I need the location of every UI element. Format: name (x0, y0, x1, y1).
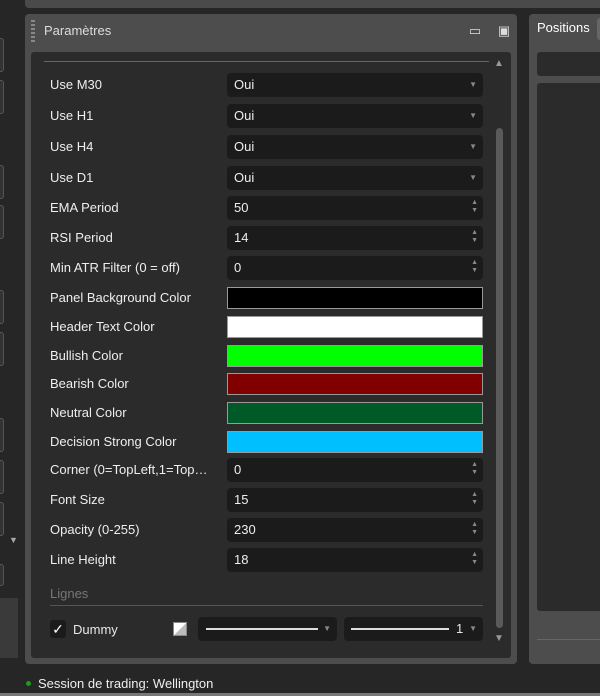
chevron-down-icon[interactable]: ▼ (469, 135, 477, 159)
spinner-icon[interactable]: ▲ ▼ (471, 551, 478, 567)
param-label: RSI Period (50, 230, 113, 245)
param-value: Oui (234, 108, 255, 123)
left-strip-footer (0, 598, 18, 658)
param-number-input[interactable]: 18 ▲ ▼ (227, 548, 483, 572)
param-value: 50 (234, 200, 249, 215)
left-strip-control[interactable] (0, 460, 4, 494)
left-strip-control[interactable] (0, 80, 4, 114)
color-swatch[interactable] (227, 287, 483, 309)
divider (44, 61, 489, 62)
spinner-icon[interactable]: ▲ ▼ (471, 521, 478, 537)
color-swatch[interactable] (227, 431, 483, 453)
folder-open-icon[interactable]: ▭ (467, 23, 483, 39)
divider (50, 605, 483, 606)
line-width-preview (351, 628, 449, 630)
param-label: Font Size (50, 492, 105, 507)
param-select[interactable]: Oui ▼ (227, 135, 483, 159)
param-label: Line Height (50, 552, 116, 567)
color-swatch[interactable] (227, 402, 483, 424)
param-value: 14 (234, 230, 249, 245)
status-indicator-icon (26, 681, 31, 686)
line-style-select[interactable]: ▼ (198, 617, 337, 641)
param-value: 230 (234, 522, 256, 537)
param-number-input[interactable]: 50 ▲ ▼ (227, 196, 483, 220)
line-style-preview (206, 628, 318, 630)
spinner-icon[interactable]: ▲ ▼ (471, 259, 478, 275)
scrollbar-thumb[interactable] (496, 128, 503, 628)
param-value: Oui (234, 170, 255, 185)
param-select[interactable]: Oui ▼ (227, 73, 483, 97)
param-value: 15 (234, 492, 249, 507)
param-label: Panel Background Color (50, 290, 191, 305)
left-scroll-down-icon[interactable]: ▼ (9, 535, 18, 545)
divider (537, 639, 600, 640)
spinner-icon[interactable]: ▲ ▼ (471, 491, 478, 507)
spinner-icon[interactable]: ▲ ▼ (471, 199, 478, 215)
section-title-lignes: Lignes (50, 586, 89, 601)
left-strip-control[interactable] (0, 165, 4, 199)
chevron-down-icon[interactable]: ▼ (469, 104, 477, 128)
chevron-down-icon[interactable]: ▼ (469, 73, 477, 97)
param-value: Oui (234, 139, 255, 154)
scroll-up-icon[interactable]: ▲ (494, 58, 504, 69)
param-label: Bearish Color (50, 376, 129, 391)
param-select[interactable]: Oui ▼ (227, 166, 483, 190)
spinner-icon[interactable]: ▲ ▼ (471, 461, 478, 477)
positions-toolbar (537, 52, 600, 76)
param-label: Use D1 (50, 170, 94, 185)
scroll-down-icon[interactable]: ▼ (494, 633, 504, 644)
panel-title: Paramètres (44, 23, 112, 38)
top-bar (25, 0, 600, 8)
color-swatch[interactable] (227, 373, 483, 395)
param-label: Decision Strong Color (50, 434, 177, 449)
left-strip-control[interactable] (0, 502, 4, 536)
param-value: Oui (234, 77, 255, 92)
chevron-down-icon: ▼ (469, 624, 477, 633)
left-strip-control[interactable] (0, 290, 4, 324)
chevron-down-icon: ▼ (323, 624, 331, 633)
left-strip-control[interactable] (0, 332, 4, 366)
param-label: Use M30 (50, 77, 103, 92)
param-number-input[interactable]: 14 ▲ ▼ (227, 226, 483, 250)
param-value: 18 (234, 552, 249, 567)
line-color-picker[interactable] (173, 622, 187, 636)
dummy-label: Dummy (73, 622, 118, 637)
left-strip-control[interactable] (0, 38, 4, 72)
param-label: Bullish Color (50, 348, 123, 363)
line-width-value: 1 (456, 621, 464, 636)
param-label: Use H1 (50, 108, 94, 123)
left-strip-control[interactable] (0, 205, 4, 239)
param-number-input[interactable]: 15 ▲ ▼ (227, 488, 483, 512)
chevron-down-icon[interactable]: ▼ (469, 166, 477, 190)
save-icon[interactable]: ▣ (496, 23, 512, 39)
drag-handle[interactable] (31, 20, 35, 44)
param-label: Opacity (0-255) (50, 522, 140, 537)
color-swatch[interactable] (227, 316, 483, 338)
param-number-input[interactable]: 0 ▲ ▼ (227, 256, 483, 280)
positions-title: Positions (537, 20, 590, 35)
param-label: EMA Period (50, 200, 119, 215)
param-select[interactable]: Oui ▼ (227, 104, 483, 128)
spinner-icon[interactable]: ▲ ▼ (471, 229, 478, 245)
param-label: Use H4 (50, 139, 94, 154)
param-label: Header Text Color (50, 319, 155, 334)
positions-list (537, 83, 600, 611)
dummy-checkbox[interactable]: ✓ (50, 620, 66, 638)
line-width-select[interactable]: 1 ▼ (344, 617, 483, 641)
left-strip-control[interactable] (0, 564, 4, 586)
param-value: 0 (234, 462, 242, 477)
param-label: Min ATR Filter (0 = off) (50, 260, 180, 275)
status-text: Session de trading: Wellington (38, 676, 214, 691)
param-label: Corner (0=TopLeft,1=Top… (50, 462, 208, 477)
color-swatch[interactable] (227, 345, 483, 367)
param-value: 0 (234, 260, 242, 275)
param-label: Neutral Color (50, 405, 127, 420)
param-number-input[interactable]: 0 ▲ ▼ (227, 458, 483, 482)
param-number-input[interactable]: 230 ▲ ▼ (227, 518, 483, 542)
left-strip-control[interactable] (0, 418, 4, 452)
